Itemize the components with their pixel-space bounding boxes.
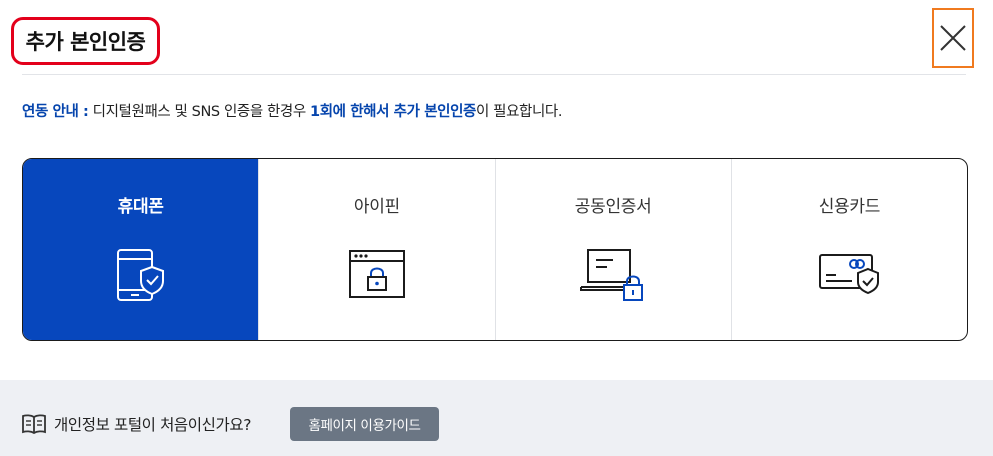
dialog-title: 추가 본인인증: [25, 30, 146, 54]
method-label: 휴대폰: [117, 197, 164, 217]
method-certificate[interactable]: 공동인증서: [494, 159, 731, 340]
book-icon: [22, 414, 46, 434]
close-icon: [940, 25, 966, 51]
title-highlight-box: 추가 본인인증: [11, 17, 160, 65]
notice-prefix: 연동 안내 :: [22, 104, 89, 120]
laptop-lock-icon: [580, 249, 644, 301]
card-shield-icon: [819, 254, 880, 295]
footer-bar: 개인정보 포털이 처음이신가요? 홈페이지 이용가이드: [0, 380, 993, 456]
method-label: 아이핀: [353, 197, 400, 217]
header-divider: [22, 74, 966, 75]
method-credit-card[interactable]: 신용카드: [730, 159, 967, 340]
notice-highlight: 1회에 한해서 추가 본인인증: [310, 104, 476, 120]
method-label: 공동인증서: [574, 197, 652, 217]
auth-method-tabs: 휴대폰 아이핀 공동인증서 신용카드: [22, 158, 968, 341]
notice-text: 연동 안내 : 디지털원패스 및 SNS 인증을 한경우 1회에 한해서 추가 …: [22, 100, 562, 121]
window-lock-icon: [348, 250, 405, 298]
first-visit-question: 개인정보 포털이 처음이신가요?: [54, 416, 252, 434]
notice-text-1: 디지털원패스 및 SNS 인증을 한경우: [88, 104, 310, 120]
method-label: 신용카드: [818, 197, 881, 217]
close-button[interactable]: [932, 8, 974, 68]
site-guide-button[interactable]: 홈페이지 이용가이드: [290, 407, 439, 441]
method-ipin[interactable]: 아이핀: [258, 159, 494, 340]
method-phone[interactable]: 휴대폰: [23, 159, 259, 340]
notice-text-2: 이 필요합니다.: [475, 104, 563, 120]
phone-shield-icon: [116, 249, 164, 301]
